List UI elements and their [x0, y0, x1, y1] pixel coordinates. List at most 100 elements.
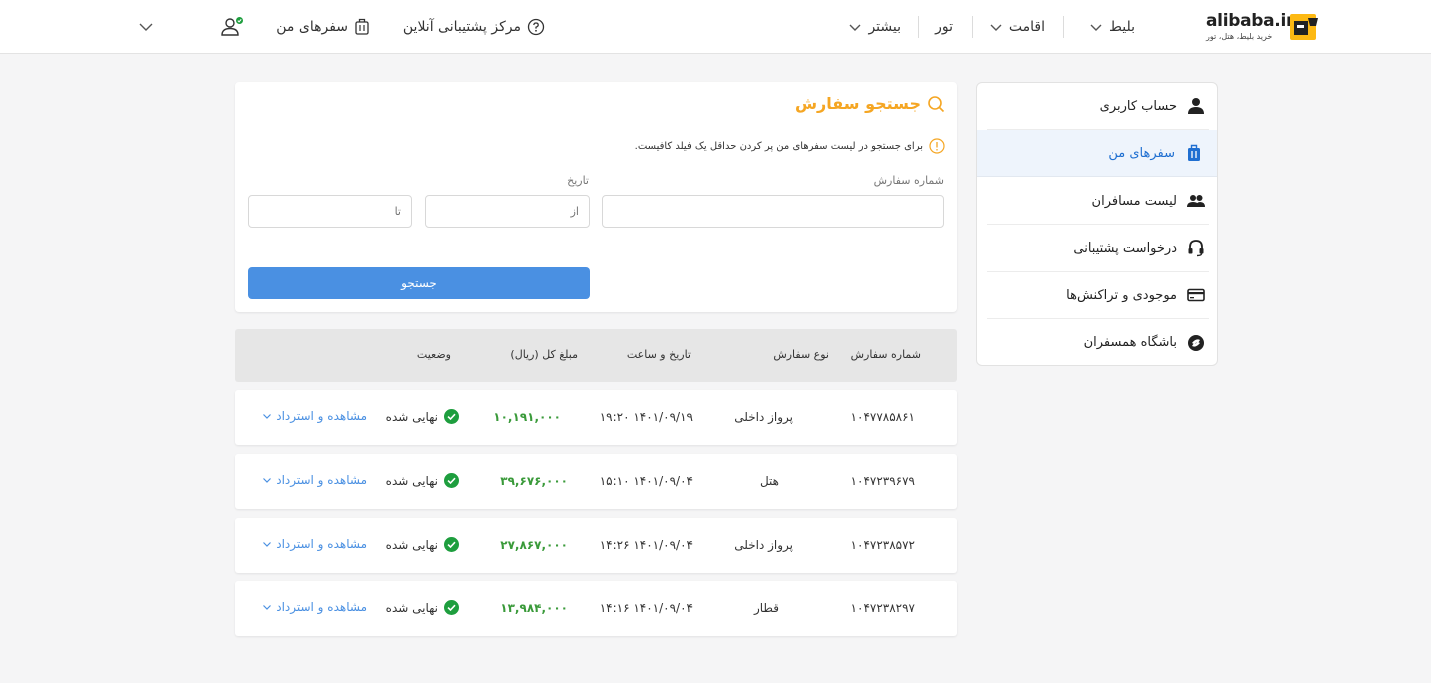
view-refund-label: مشاهده و استرداد	[276, 537, 367, 551]
sidebar-item-label: سفرهای من	[1108, 145, 1175, 161]
chevron-down-icon	[263, 542, 272, 547]
check-circle-icon	[444, 473, 459, 488]
amount-cell: ۱۳,۹۸۴,۰۰۰	[500, 601, 568, 615]
status-text: نهایی شده	[385, 473, 438, 488]
table-row[interactable]: ۱۰۴۷۲۳۸۵۷۲ پرواز داخلی ۱۴۰۱/۰۹/۰۴ ۱۴:۲۶ …	[235, 518, 957, 573]
datetime-cell: ۱۴۰۱/۰۹/۰۴ ۱۵:۱۰	[599, 474, 693, 488]
nav-my-trips-label: سفرهای من	[276, 19, 348, 35]
amount-cell: ۱۰,۱۹۱,۰۰۰	[493, 410, 561, 424]
view-refund-label: مشاهده و استرداد	[276, 409, 367, 423]
check-circle-icon	[444, 600, 459, 615]
alibaba-logo[interactable]: alibaba.ir خرید بلیط، هتل، تور	[1204, 10, 1322, 46]
sidebar-item-label: باشگاه همسفران	[1083, 335, 1177, 350]
check-circle-icon	[444, 537, 459, 552]
sidebar-item-account[interactable]: حساب کاربری	[987, 83, 1209, 130]
view-refund-link[interactable]: مشاهده و استرداد	[262, 537, 367, 551]
datetime-cell: ۱۴۰۱/۰۹/۰۴ ۱۴:۱۶	[599, 601, 693, 615]
view-refund-label: مشاهده و استرداد	[276, 600, 367, 614]
order-number-cell: ۱۰۴۷۲۳۸۵۷۲	[850, 538, 915, 552]
info-icon	[929, 138, 945, 154]
chevron-down-icon	[263, 414, 272, 419]
table-row[interactable]: ۱۰۴۷۷۸۵۸۶۱ پرواز داخلی ۱۴۰۱/۰۹/۱۹ ۱۹:۲۰ …	[235, 390, 957, 445]
sidebar-item-label: موجودی و تراکنش‌ها	[1066, 287, 1177, 303]
column-header-order-number: شماره سفارش	[850, 348, 921, 361]
chevron-down-icon	[263, 605, 272, 610]
account-icon[interactable]	[220, 16, 244, 38]
top-header: alibaba.ir خرید بلیط، هتل، تور بلیط اقام…	[0, 0, 1431, 54]
search-button[interactable]: جستجو	[248, 267, 590, 299]
nav-separator	[918, 16, 919, 38]
nav-more[interactable]: بیشتر	[848, 17, 901, 37]
sidebar-item-passengers[interactable]: لیست مسافران	[987, 178, 1209, 225]
sidebar-item-club[interactable]: باشگاه همسفران	[987, 319, 1209, 365]
nav-my-trips[interactable]: سفرهای من	[276, 17, 370, 37]
table-row[interactable]: ۱۰۴۷۲۳۸۲۹۷ قطار ۱۴۰۱/۰۹/۰۴ ۱۴:۱۶ ۱۳,۹۸۴,…	[235, 581, 957, 636]
user-icon	[1188, 98, 1204, 114]
nav-stay[interactable]: اقامت	[989, 17, 1045, 37]
chevron-down-icon	[1090, 24, 1102, 31]
order-search-card: جستجو سفارش برای جستجو در لیست سفرهای من…	[235, 82, 957, 312]
order-type-cell: هتل	[759, 474, 779, 488]
status-badge: نهایی شده	[386, 409, 459, 424]
sidebar-item-my-trips[interactable]: سفرهای من	[977, 130, 1217, 177]
users-icon	[1187, 195, 1205, 207]
nav-more-label: بیشتر	[868, 19, 901, 35]
nav-support-label: مرکز پشتیبانی آنلاین	[402, 19, 521, 35]
nav-separator	[972, 16, 973, 38]
nav-ticket[interactable]: بلیط	[1089, 17, 1135, 37]
status-text: نهایی شده	[385, 600, 438, 615]
chevron-down-icon	[990, 24, 1002, 31]
datetime-cell: ۱۴۰۱/۰۹/۰۴ ۱۴:۲۶	[599, 538, 693, 552]
order-type-cell: پرواز داخلی	[734, 410, 793, 424]
order-type-cell: پرواز داخلی	[734, 538, 793, 552]
amount-cell: ۳۹,۶۷۶,۰۰۰	[500, 474, 568, 488]
date-label: تاریخ	[567, 174, 589, 187]
order-number-cell: ۱۰۴۷۲۳۹۶۷۹	[850, 474, 915, 488]
nav-stay-label: اقامت	[1008, 19, 1045, 35]
column-header-datetime: تاریخ و ساعت	[626, 348, 691, 361]
order-number-input[interactable]	[602, 195, 944, 228]
card-icon	[1187, 288, 1205, 302]
orders-table-header: شماره سفارش نوع سفارش تاریخ و ساعت مبلغ …	[235, 329, 957, 382]
sidebar-item-wallet[interactable]: موجودی و تراکنش‌ها	[987, 272, 1209, 319]
sidebar-item-label: حساب کاربری	[1099, 98, 1177, 114]
club-icon	[1188, 334, 1204, 351]
nav-ticket-label: بلیط	[1108, 19, 1135, 35]
column-header-status: وضعیت	[416, 348, 451, 361]
date-to-input[interactable]	[248, 195, 412, 228]
status-badge: نهایی شده	[386, 537, 459, 552]
search-icon	[928, 95, 945, 112]
search-hint: برای جستجو در لیست سفرهای من پر کردن حدا…	[635, 138, 945, 154]
view-refund-link[interactable]: مشاهده و استرداد	[262, 409, 367, 423]
logo-tagline: خرید بلیط، هتل، تور	[1206, 32, 1273, 41]
sidebar-item-label: لیست مسافران	[1091, 193, 1177, 209]
nav-tour[interactable]: تور	[935, 17, 953, 37]
chevron-down-icon	[263, 478, 272, 483]
check-circle-icon	[444, 409, 459, 424]
view-refund-link[interactable]: مشاهده و استرداد	[262, 473, 367, 487]
suitcase-icon	[1188, 144, 1200, 161]
search-title-text: جستجو سفارش	[794, 94, 921, 113]
account-sidebar: حساب کاربری سفرهای من لیست مسافران درخوا…	[976, 82, 1218, 366]
sidebar-item-label: درخواست پشتیبانی	[1073, 240, 1177, 256]
chevron-down-icon[interactable]	[138, 20, 154, 34]
order-number-cell: ۱۰۴۷۲۳۸۲۹۷	[850, 601, 915, 615]
search-title: جستجو سفارش	[795, 94, 945, 113]
column-header-order-type: نوع سفارش	[773, 348, 829, 361]
nav-tour-label: تور	[935, 19, 953, 35]
help-circle-icon	[527, 18, 545, 36]
status-badge: نهایی شده	[386, 473, 459, 488]
logo-icon	[1290, 14, 1318, 40]
column-header-amount: مبلغ کل (ریال)	[510, 348, 578, 361]
order-number-cell: ۱۰۴۷۷۸۵۸۶۱	[850, 410, 915, 424]
status-text: نهایی شده	[385, 537, 438, 552]
table-row[interactable]: ۱۰۴۷۲۳۹۶۷۹ هتل ۱۴۰۱/۰۹/۰۴ ۱۵:۱۰ ۳۹,۶۷۶,۰…	[235, 454, 957, 509]
datetime-cell: ۱۴۰۱/۰۹/۱۹ ۱۹:۲۰	[599, 410, 693, 424]
nav-support[interactable]: مرکز پشتیبانی آنلاین	[403, 17, 545, 37]
search-hint-text: برای جستجو در لیست سفرهای من پر کردن حدا…	[634, 140, 923, 152]
view-refund-link[interactable]: مشاهده و استرداد	[262, 600, 367, 614]
date-from-input[interactable]	[425, 195, 590, 228]
status-badge: نهایی شده	[386, 600, 459, 615]
logo-text: alibaba.ir	[1206, 11, 1295, 31]
sidebar-item-support[interactable]: درخواست پشتیبانی	[987, 225, 1209, 272]
